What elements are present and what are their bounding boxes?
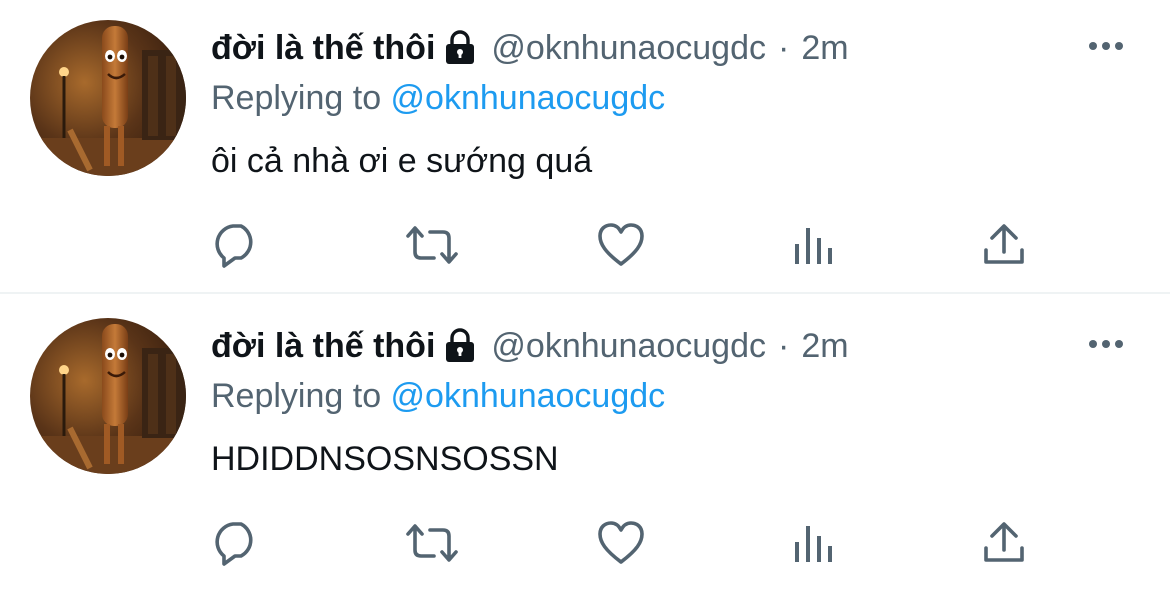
replying-to-line: Replying to @oknhunaocugdc	[211, 374, 665, 418]
separator-dot: ·	[778, 327, 790, 365]
replying-to-line: Replying to @oknhunaocugdc	[211, 76, 665, 120]
replying-to-label: Replying to	[211, 377, 391, 415]
analytics-icon[interactable]	[791, 222, 839, 268]
like-icon[interactable]	[597, 222, 645, 268]
more-icon[interactable]	[1086, 334, 1126, 354]
lock-icon	[443, 30, 477, 66]
tweet[interactable]: đời là thế thôi @oknhunaocugdc · 2m Repl…	[0, 298, 1170, 590]
mention-link[interactable]: @oknhunaocugdc	[391, 377, 666, 415]
separator-dot: ·	[778, 29, 790, 67]
display-name[interactable]: đời là thế thôi	[211, 324, 435, 368]
mention-link[interactable]: @oknhunaocugdc	[391, 79, 666, 117]
timestamp[interactable]: 2m	[801, 26, 848, 70]
share-icon[interactable]	[980, 222, 1028, 268]
more-icon[interactable]	[1086, 36, 1126, 56]
handle[interactable]: @oknhunaocugdc	[491, 26, 766, 70]
reply-icon[interactable]	[213, 520, 261, 566]
reply-icon[interactable]	[213, 222, 261, 268]
tweet-divider	[0, 292, 1170, 294]
tweet-text: HDIDDNSOSNSOSSN	[211, 440, 559, 478]
share-icon[interactable]	[980, 520, 1028, 566]
retweet-icon[interactable]	[404, 520, 458, 566]
retweet-icon[interactable]	[404, 222, 458, 268]
replying-to-label: Replying to	[211, 79, 391, 117]
tweet-text: ôi cả nhà ơi e sướng quá	[211, 142, 593, 180]
handle[interactable]: @oknhunaocugdc	[491, 324, 766, 368]
avatar[interactable]	[30, 20, 186, 176]
tweet-header: đời là thế thôi @oknhunaocugdc · 2m	[211, 26, 849, 70]
like-icon[interactable]	[597, 520, 645, 566]
lock-icon	[443, 328, 477, 364]
avatar[interactable]	[30, 318, 186, 474]
timestamp[interactable]: 2m	[801, 324, 848, 368]
analytics-icon[interactable]	[791, 520, 839, 566]
display-name[interactable]: đời là thế thôi	[211, 26, 435, 70]
tweet-header: đời là thế thôi @oknhunaocugdc · 2m	[211, 324, 849, 368]
tweet[interactable]: đời là thế thôi @oknhunaocugdc · 2m Repl…	[0, 0, 1170, 292]
